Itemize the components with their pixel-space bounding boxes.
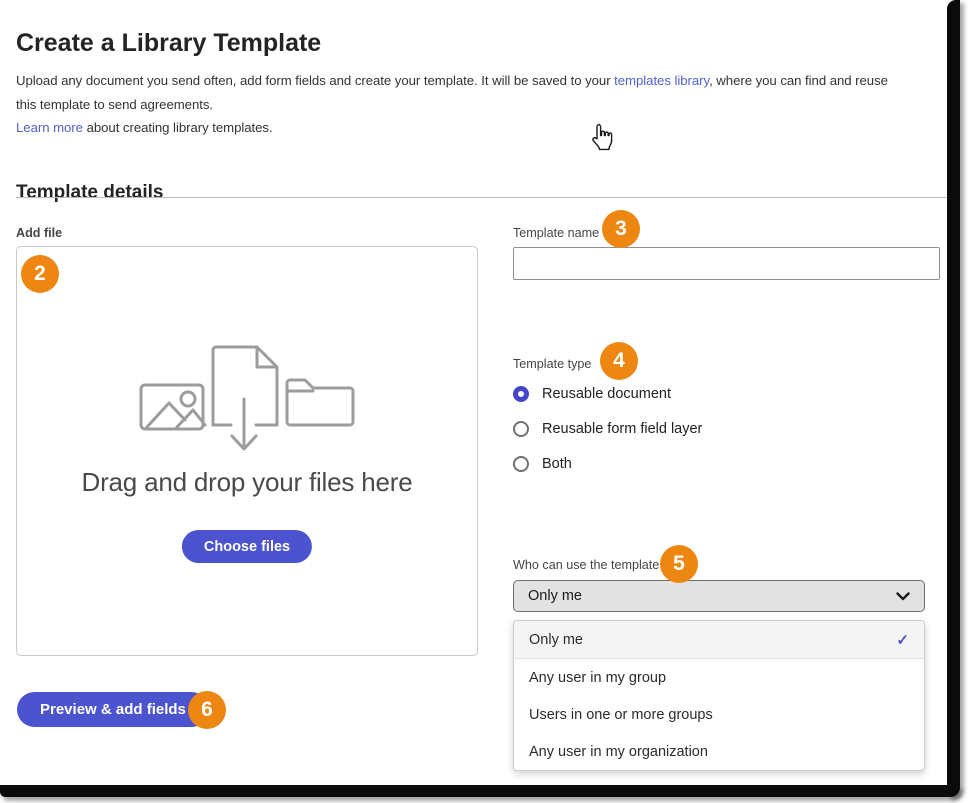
intro-post-1: , where you can find and reuse bbox=[709, 73, 888, 88]
dropdown-option-label: Any user in my group bbox=[529, 670, 666, 686]
folder-icon bbox=[287, 380, 353, 425]
template-name-input[interactable] bbox=[513, 247, 940, 280]
who-can-use-select[interactable]: Only me bbox=[513, 580, 925, 612]
dropdown-option-label: Users in one or more groups bbox=[529, 707, 713, 723]
step-badge-4: 4 bbox=[600, 342, 638, 380]
preview-add-fields-button[interactable]: Preview & add fields bbox=[17, 692, 209, 727]
intro-paragraph: Upload any document you send often, add … bbox=[16, 69, 888, 116]
learn-more-line: Learn more about creating library templa… bbox=[16, 116, 888, 140]
dropdown-option-label: Only me bbox=[529, 632, 583, 648]
step-badge-3: 3 bbox=[602, 210, 640, 248]
radio-selected-icon[interactable] bbox=[513, 386, 529, 402]
dropdown-option-any-user-group[interactable]: Any user in my group bbox=[514, 659, 924, 696]
screenshot-border-bottom bbox=[0, 785, 960, 797]
screenshot-border-right bbox=[947, 0, 960, 797]
choose-files-button[interactable]: Choose files bbox=[182, 530, 312, 563]
radio-both[interactable]: Both bbox=[513, 456, 702, 472]
learn-more-link[interactable]: Learn more bbox=[16, 120, 83, 135]
checkmark-icon: ✓ bbox=[896, 631, 909, 649]
who-can-use-dropdown: Only me ✓ Any user in my group Users in … bbox=[513, 620, 925, 771]
dropzone-text: Drag and drop your files here bbox=[17, 467, 477, 498]
add-file-label: Add file bbox=[16, 226, 62, 240]
templates-library-link[interactable]: templates library bbox=[614, 73, 709, 88]
step-badge-6: 6 bbox=[188, 691, 226, 729]
select-value: Only me bbox=[528, 588, 582, 604]
template-type-label: Template type bbox=[513, 357, 591, 371]
template-name-label-text: Template name bbox=[513, 226, 599, 240]
section-divider bbox=[16, 197, 946, 198]
file-dropzone[interactable]: Drag and drop your files here Choose fil… bbox=[16, 246, 478, 656]
who-can-use-label: Who can use the template bbox=[513, 558, 659, 572]
dropdown-option-users-one-or-more-groups[interactable]: Users in one or more groups bbox=[514, 696, 924, 733]
page-title: Create a Library Template bbox=[16, 29, 321, 58]
step-badge-2: 2 bbox=[21, 255, 59, 293]
radio-label: Reusable document bbox=[542, 386, 671, 402]
intro-pre: Upload any document you send often, add … bbox=[16, 73, 614, 88]
dropdown-option-label: Any user in my organization bbox=[529, 744, 708, 760]
step-badge-5: 5 bbox=[660, 545, 698, 583]
radio-unselected-icon[interactable] bbox=[513, 421, 529, 437]
template-type-radio-group: Reusable document Reusable form field la… bbox=[513, 386, 702, 491]
radio-unselected-icon[interactable] bbox=[513, 456, 529, 472]
upload-files-icon bbox=[136, 341, 358, 462]
learn-more-rest: about creating library templates. bbox=[83, 120, 273, 135]
radio-reusable-form-field-layer[interactable]: Reusable form field layer bbox=[513, 421, 702, 437]
intro-post-2: this template to send agreements. bbox=[16, 97, 213, 112]
dropdown-option-only-me[interactable]: Only me ✓ bbox=[514, 621, 924, 659]
template-name-label: Template name * bbox=[513, 226, 608, 240]
radio-label: Both bbox=[542, 456, 572, 472]
radio-label: Reusable form field layer bbox=[542, 421, 702, 437]
section-heading: Template details bbox=[16, 182, 163, 204]
dropdown-option-any-user-organization[interactable]: Any user in my organization bbox=[514, 733, 924, 770]
chevron-down-icon bbox=[896, 592, 910, 601]
intro-text: Upload any document you send often, add … bbox=[16, 69, 888, 140]
radio-reusable-document[interactable]: Reusable document bbox=[513, 386, 702, 402]
